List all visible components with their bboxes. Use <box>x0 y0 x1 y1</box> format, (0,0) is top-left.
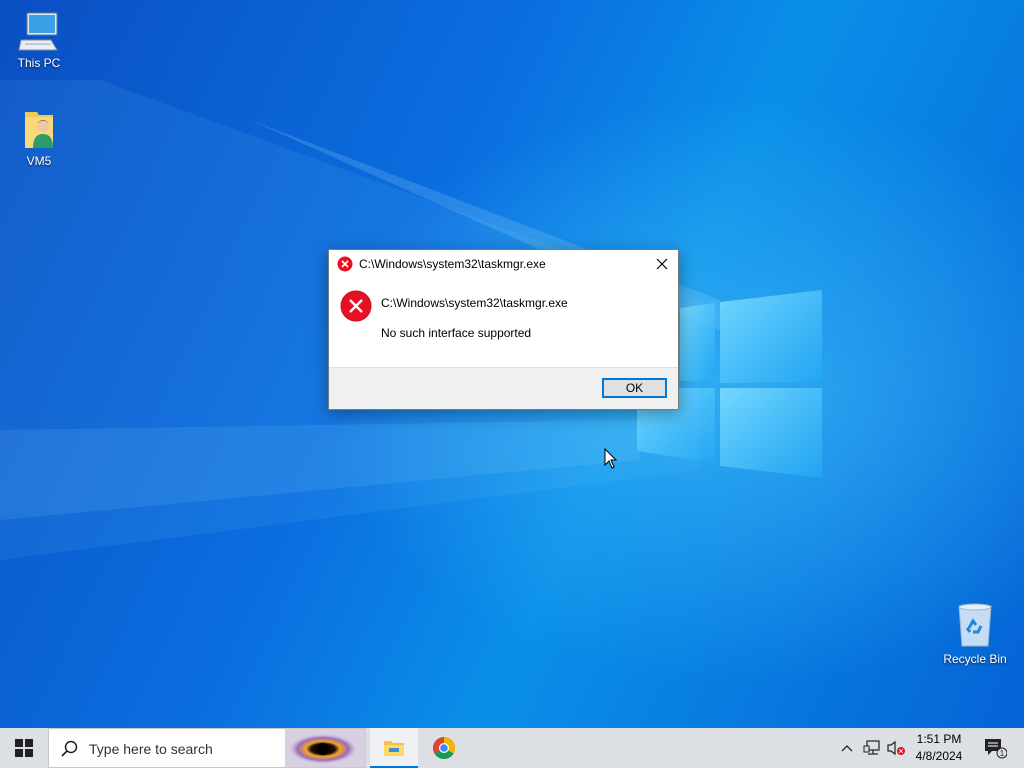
clock-date: 4/8/2024 <box>915 749 963 763</box>
dialog-title: C:\Windows\system32\taskmgr.exe <box>359 257 546 271</box>
desktop-icon-label: Recycle Bin <box>943 652 1007 666</box>
dialog-path-text: C:\Windows\system32\taskmgr.exe <box>381 296 568 310</box>
start-button[interactable] <box>0 728 48 768</box>
search-icon <box>61 740 78 757</box>
action-center-button[interactable]: 1 <box>978 728 1012 768</box>
user-folder-icon <box>25 112 53 148</box>
desktop-icon-vm5[interactable]: VM5 <box>1 108 77 168</box>
close-button[interactable] <box>646 250 678 278</box>
dialog-footer: OK <box>329 367 678 409</box>
ok-button[interactable]: OK <box>602 378 667 398</box>
clock[interactable]: 1:51 PM 4/8/2024 <box>908 731 970 765</box>
recycle-bin-icon <box>958 603 992 647</box>
desktop-icon-label: VM5 <box>26 154 52 168</box>
notification-count: 1 <box>1000 749 1005 758</box>
dialog-message: No such interface supported <box>381 326 532 340</box>
desktop-icon-label: This PC <box>17 56 61 70</box>
desktop-icon-this-pc[interactable]: This PC <box>1 10 77 70</box>
network-icon <box>863 740 880 755</box>
windows-start-icon <box>15 739 33 757</box>
mouse-cursor-icon <box>604 448 618 469</box>
search-highlight-image <box>285 729 365 767</box>
close-icon <box>656 258 668 270</box>
clock-time: 1:51 PM <box>916 732 962 746</box>
search-placeholder: Type here to search <box>89 741 213 757</box>
computer-icon <box>18 12 58 51</box>
taskbar: Type here to search 1:51 PM 4/8/2024 1 <box>0 728 1024 768</box>
search-box[interactable]: Type here to search <box>48 728 366 768</box>
chevron-up-icon <box>841 745 853 752</box>
chrome-icon <box>433 737 455 759</box>
taskbar-chrome[interactable] <box>420 728 468 768</box>
file-explorer-icon <box>384 741 404 756</box>
taskbar-file-explorer[interactable] <box>370 728 418 768</box>
notification-icon: 1 <box>985 739 1007 759</box>
dialog-titlebar[interactable]: C:\Windows\system32\taskmgr.exe <box>329 250 678 278</box>
volume-button[interactable] <box>884 728 908 768</box>
network-button[interactable] <box>860 728 884 768</box>
show-hidden-icons-button[interactable] <box>836 728 858 768</box>
error-dialog: C:\Windows\system32\taskmgr.exe C:\Windo… <box>328 249 679 410</box>
error-icon <box>337 256 353 272</box>
desktop-icon-recycle-bin[interactable]: Recycle Bin <box>937 602 1013 666</box>
error-icon <box>340 290 372 322</box>
volume-muted-icon <box>887 740 905 756</box>
